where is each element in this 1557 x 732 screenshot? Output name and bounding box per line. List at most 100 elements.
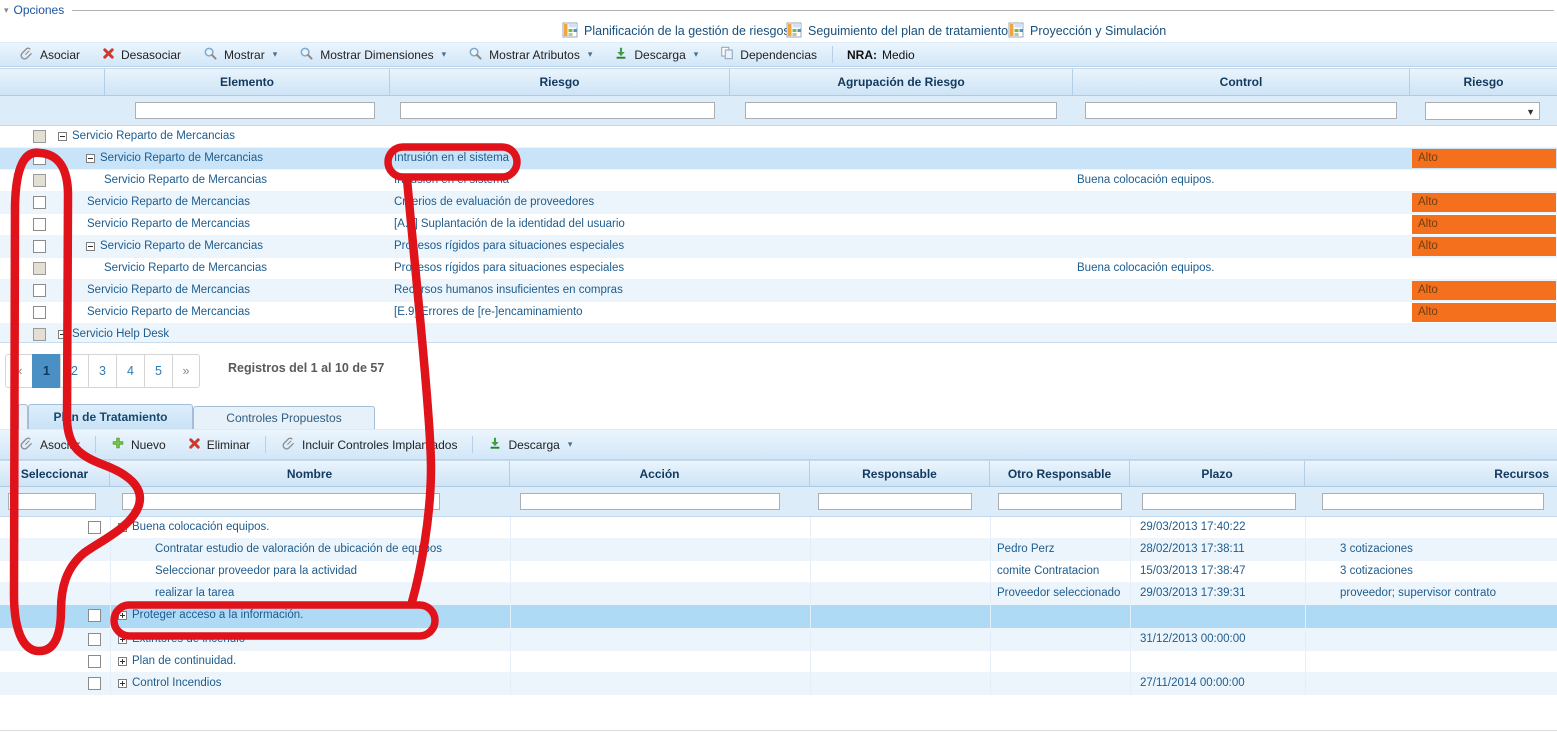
row-checkbox[interactable] [88, 609, 101, 622]
column-divider [1305, 539, 1306, 560]
opciones-toggle[interactable]: ▾ Opciones [4, 3, 64, 17]
otro-responsable-filter-input[interactable] [998, 493, 1122, 510]
risk-table-row[interactable]: Servicio Reparto de MercanciasIntrusión … [0, 170, 1557, 192]
header-agrupacion[interactable]: Agrupación de Riesgo [730, 69, 1073, 95]
riesgo-cell: Procesos rígidos para situaciones especi… [394, 262, 624, 274]
header-control[interactable]: Control [1073, 69, 1410, 95]
row-checkbox[interactable] [88, 633, 101, 646]
prev-page-button[interactable]: « [5, 354, 33, 388]
page-button-3[interactable]: 3 [88, 354, 117, 388]
spreadsheet-icon [1008, 22, 1024, 41]
seleccionar-filter-input[interactable] [8, 493, 96, 510]
header-seleccionar[interactable]: Seleccionar [0, 461, 110, 486]
risk-table-row[interactable]: Servicio Reparto de MercanciasProcesos r… [0, 258, 1557, 280]
riesgo-filter-input[interactable] [400, 102, 715, 119]
nombre-filter-input[interactable] [122, 493, 440, 510]
header-riesgo-nivel[interactable]: Riesgo [1410, 69, 1557, 95]
header-elemento[interactable]: Elemento [105, 69, 390, 95]
nuevo-button[interactable]: Nuevo [100, 430, 177, 459]
asociar-button[interactable]: Asociar [8, 430, 91, 459]
plan-table-row[interactable]: Buena colocación equipos.29/03/2013 17:4… [0, 517, 1557, 539]
plazo-cell: 27/11/2014 00:00:00 [1140, 677, 1245, 689]
plan-table-row[interactable]: Plan de continuidad. [0, 651, 1557, 673]
plan-table-row[interactable]: realizar la tareaProveedor seleccionado2… [0, 583, 1557, 605]
plan-table-row[interactable]: Proteger acceso a la información. [0, 605, 1557, 629]
tree-expand-icon[interactable] [118, 611, 127, 620]
tab-controles-propuestos[interactable]: Controles Propuestos [193, 406, 375, 429]
row-checkbox[interactable] [33, 306, 46, 319]
row-checkbox[interactable] [33, 218, 46, 231]
tree-expand-icon[interactable] [118, 635, 127, 644]
header-nombre[interactable]: Nombre [110, 461, 510, 486]
link-proyeccion[interactable]: Proyección y Simulación [1008, 21, 1166, 41]
next-page-button[interactable]: » [172, 354, 200, 388]
descarga-button[interactable]: Descarga ▾ [477, 430, 583, 459]
tree-collapse-icon[interactable] [86, 242, 95, 251]
chevron-down-icon[interactable]: ▾ [694, 49, 699, 60]
row-checkbox[interactable] [33, 152, 46, 165]
mostrar-dimensiones-button[interactable]: Mostrar Dimensiones ▾ [288, 43, 457, 66]
row-checkbox[interactable] [33, 196, 46, 209]
header-accion[interactable]: Acción [510, 461, 810, 486]
plan-table-row[interactable]: Contratar estudio de valoración de ubica… [0, 539, 1557, 561]
riesgo-cell: Intrusión en el sistema [394, 174, 509, 186]
incluir-controles-button[interactable]: Incluir Controles Implantados [270, 430, 468, 459]
asociar-label: Asociar [40, 48, 80, 62]
plazo-filter-input[interactable] [1142, 493, 1296, 510]
chevron-down-icon[interactable]: ▾ [442, 49, 447, 60]
chevron-down-icon[interactable]: ▾ [273, 49, 278, 60]
risk-table-row[interactable]: Servicio Help Desk [0, 324, 1557, 343]
plan-table-row[interactable]: Extintores de incendio31/12/2013 00:00:0… [0, 629, 1557, 651]
risk-table-row[interactable]: Servicio Reparto de Mercancias[E.9] Erro… [0, 302, 1557, 324]
risk-table-row[interactable]: Servicio Reparto de Mercancias [0, 126, 1557, 148]
asociar-button[interactable]: Asociar [8, 43, 91, 66]
tab-plan-de-tratamiento[interactable]: Plan de Tratamiento [28, 404, 193, 429]
tree-collapse-icon[interactable] [58, 330, 67, 339]
row-checkbox[interactable] [33, 284, 46, 297]
tree-collapse-icon[interactable] [58, 132, 67, 141]
row-checkbox[interactable] [33, 240, 46, 253]
tree-expand-icon[interactable] [118, 657, 127, 666]
descarga-button[interactable]: Descarga ▾ [603, 43, 709, 66]
agrupacion-filter-input[interactable] [745, 102, 1057, 119]
mostrar-button[interactable]: Mostrar ▾ [192, 43, 288, 66]
risk-table-row[interactable]: Servicio Reparto de Mercancias[A.5] Supl… [0, 214, 1557, 236]
eliminar-button[interactable]: Eliminar [177, 430, 261, 459]
page-button-4[interactable]: 4 [116, 354, 145, 388]
tree-expand-icon[interactable] [118, 679, 127, 688]
mostrar-atributos-button[interactable]: Mostrar Atributos ▾ [457, 43, 603, 66]
control-filter-input[interactable] [1085, 102, 1397, 119]
plan-table-row[interactable]: Seleccionar proveedor para la actividadc… [0, 561, 1557, 583]
chevron-down-icon[interactable]: ▾ [588, 49, 593, 60]
row-checkbox[interactable] [88, 677, 101, 690]
plan-table-row[interactable]: Control Incendios27/11/2014 00:00:00 [0, 673, 1557, 695]
page-button-1[interactable]: 1 [32, 354, 61, 388]
responsable-filter-input[interactable] [818, 493, 972, 510]
risk-table-row[interactable]: Servicio Reparto de MercanciasProcesos r… [0, 236, 1557, 258]
risk-table-row[interactable]: Servicio Reparto de MercanciasRecursos h… [0, 280, 1557, 302]
risk-table-row[interactable]: Servicio Reparto de MercanciasIntrusión … [0, 148, 1557, 170]
elemento-cell: Servicio Reparto de Mercancias [100, 152, 263, 164]
link-seguimiento[interactable]: Seguimiento del plan de tratamiento [786, 21, 1008, 41]
recursos-filter-input[interactable] [1322, 493, 1544, 510]
chevron-down-icon[interactable]: ▾ [568, 439, 573, 450]
risk-level-filter-select[interactable]: ▼ [1425, 102, 1540, 120]
accion-filter-input[interactable] [520, 493, 780, 510]
link-label: Planificación de la gestión de riesgos [584, 24, 790, 38]
page-button-2[interactable]: 2 [60, 354, 89, 388]
elemento-filter-input[interactable] [135, 102, 375, 119]
header-responsable[interactable]: Responsable [810, 461, 990, 486]
desasociar-button[interactable]: Desasociar [91, 43, 192, 66]
row-checkbox[interactable] [88, 521, 101, 534]
link-planificacion[interactable]: Planificación de la gestión de riesgos [562, 21, 790, 41]
tree-collapse-icon[interactable] [86, 154, 95, 163]
page-button-5[interactable]: 5 [144, 354, 173, 388]
header-riesgo[interactable]: Riesgo [390, 69, 730, 95]
risk-table-row[interactable]: Servicio Reparto de MercanciasCriterios … [0, 192, 1557, 214]
header-otro-responsable[interactable]: Otro Responsable [990, 461, 1130, 486]
header-recursos[interactable]: Recursos [1305, 461, 1557, 486]
dependencias-button[interactable]: Dependencias [709, 43, 828, 66]
row-checkbox[interactable] [88, 655, 101, 668]
tree-collapse-icon[interactable] [118, 523, 127, 532]
header-plazo[interactable]: Plazo [1130, 461, 1305, 486]
